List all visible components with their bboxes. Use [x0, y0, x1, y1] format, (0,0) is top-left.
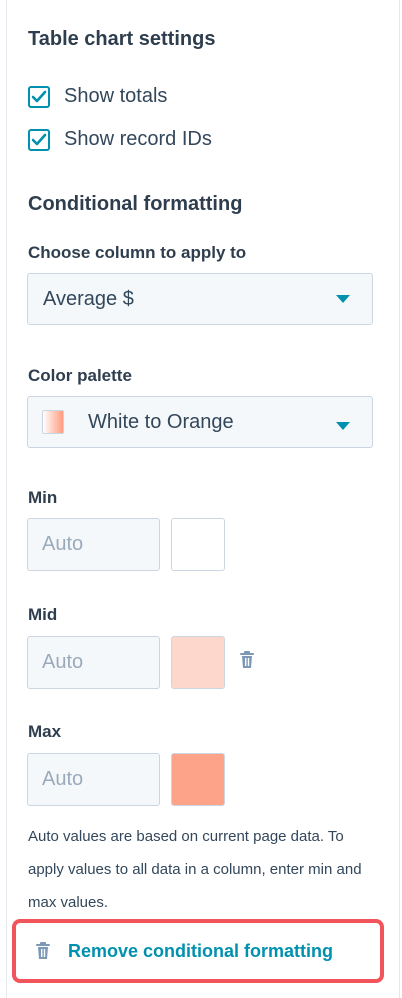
- show-totals-label: Show totals: [64, 85, 168, 107]
- trash-icon: [36, 942, 50, 959]
- min-label: Min: [28, 488, 58, 507]
- checkmark-icon: [31, 90, 47, 102]
- mid-input[interactable]: Auto: [27, 636, 160, 689]
- table-chart-settings-heading: Table chart settings: [28, 28, 216, 50]
- color-palette-select[interactable]: White to Orange: [27, 396, 373, 448]
- show-record-ids-row[interactable]: Show record IDs: [28, 128, 212, 151]
- delete-mid-trash-icon[interactable]: [238, 650, 256, 675]
- show-record-ids-checkbox[interactable]: [28, 128, 50, 151]
- color-palette-label: Color palette: [28, 366, 132, 385]
- mid-color-swatch[interactable]: [171, 636, 225, 689]
- remove-conditional-formatting-label: Remove conditional formatting: [68, 940, 334, 961]
- column-select[interactable]: Average $: [27, 273, 373, 325]
- min-color-swatch[interactable]: [171, 518, 225, 571]
- mid-label: Mid: [28, 605, 58, 624]
- max-input[interactable]: Auto: [27, 753, 160, 806]
- show-totals-row[interactable]: Show totals: [28, 85, 167, 108]
- color-palette-value: White to Orange: [88, 410, 234, 433]
- show-record-ids-label: Show record IDs: [64, 128, 212, 150]
- palette-gradient-swatch: [42, 410, 64, 434]
- show-totals-checkbox[interactable]: [28, 85, 50, 108]
- column-select-value: Average $: [43, 287, 134, 310]
- auto-values-help-text: Auto values are based on current page da…: [28, 828, 362, 911]
- column-select-label: Choose column to apply to: [28, 243, 247, 262]
- chevron-down-icon: [336, 422, 350, 430]
- min-input[interactable]: Auto: [27, 518, 160, 571]
- max-label: Max: [28, 722, 62, 741]
- conditional-formatting-heading: Conditional formatting: [28, 193, 243, 215]
- remove-conditional-formatting-button[interactable]: Remove conditional formatting: [12, 919, 384, 983]
- max-color-swatch[interactable]: [171, 753, 225, 806]
- chevron-down-icon: [336, 295, 350, 303]
- checkmark-icon: [31, 133, 47, 145]
